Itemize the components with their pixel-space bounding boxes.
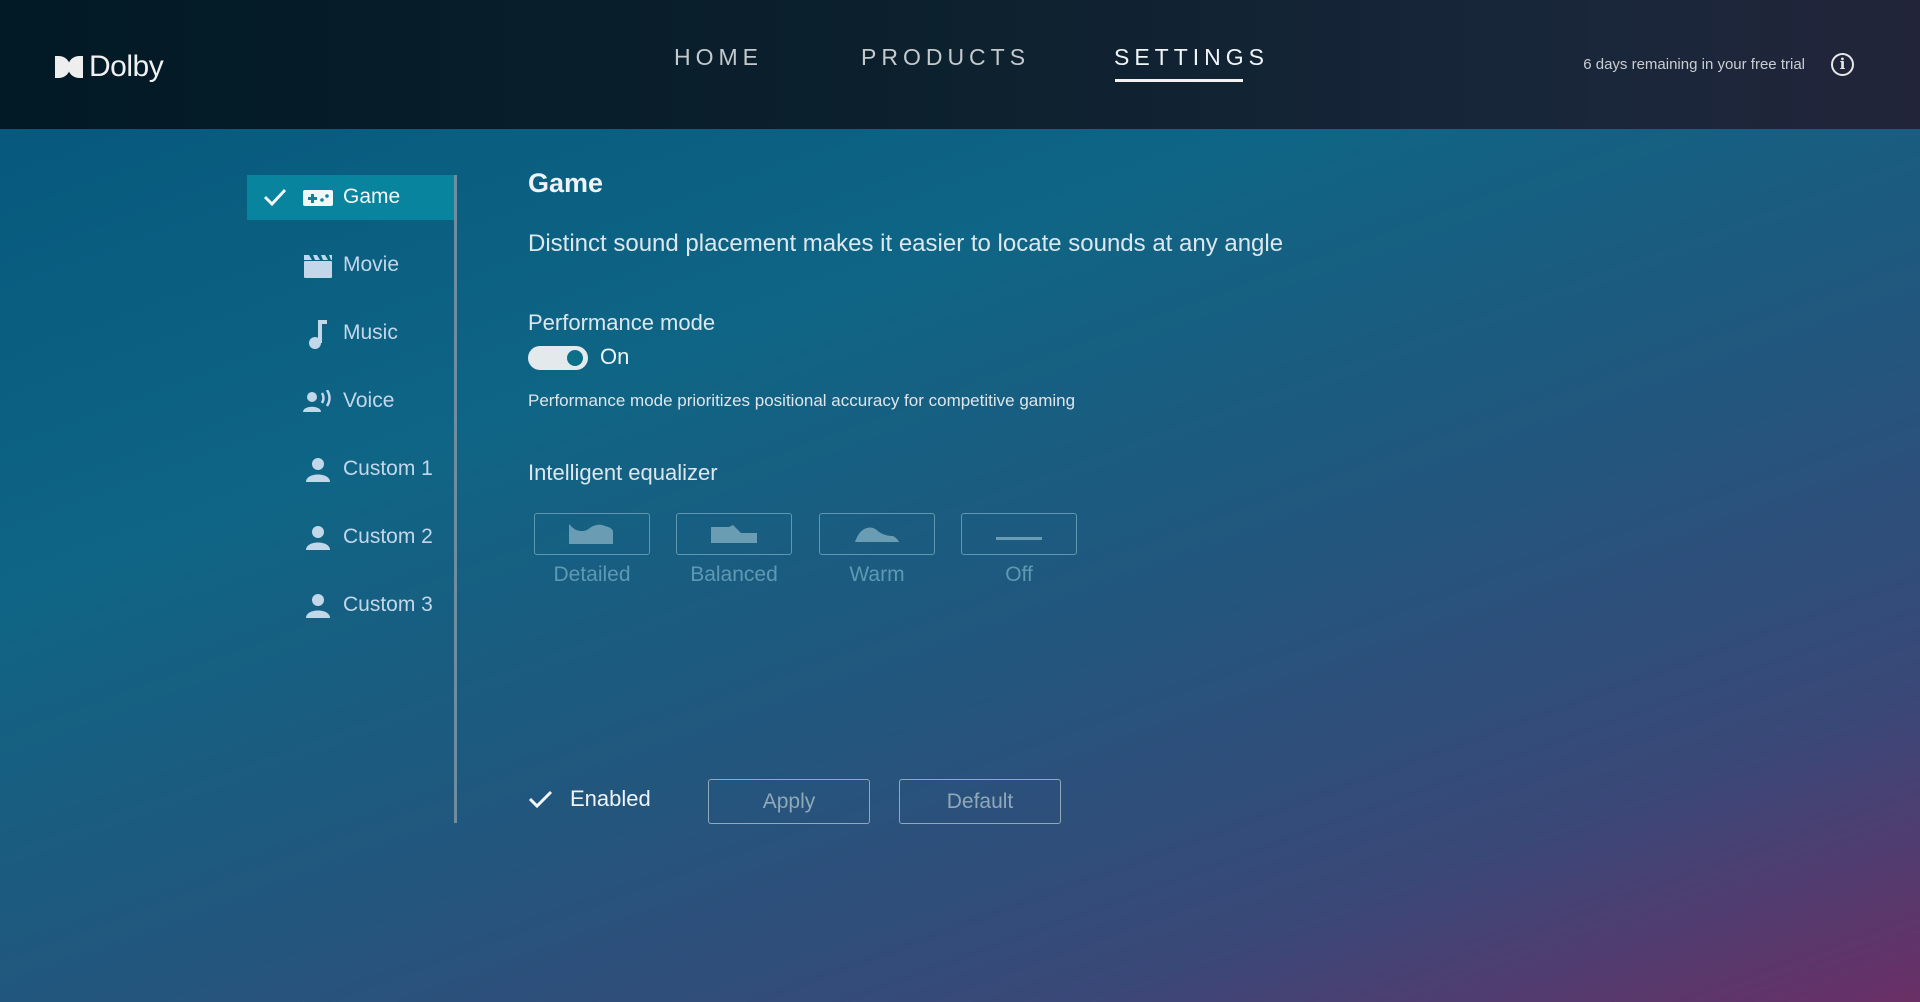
toggle-knob (567, 350, 583, 366)
eq-option-balanced[interactable]: Balanced (676, 513, 792, 587)
person-icon (303, 457, 333, 483)
sidebar-item-music[interactable]: Music (247, 311, 454, 356)
sidebar-item-game[interactable]: Game (247, 175, 454, 220)
sidebar-item-custom-1[interactable]: Custom 1 (247, 447, 454, 492)
sidebar-item-label: Movie (343, 253, 400, 276)
eq-option-box[interactable] (676, 513, 792, 555)
sidebar-divider (454, 175, 457, 823)
voice-icon (303, 389, 333, 415)
check-icon (528, 790, 553, 809)
sidebar-item-label: Voice (343, 389, 395, 412)
top-bar: Dolby HOME PRODUCTS SETTINGS 6 days rema… (0, 0, 1920, 129)
person-icon (303, 593, 333, 619)
sidebar-item-label: Custom 1 (343, 457, 433, 480)
trial-status: 6 days remaining in your free trial (1583, 56, 1805, 73)
sidebar-item-label: Music (343, 321, 398, 344)
eq-warm-icon (855, 527, 899, 542)
page-title: Game (528, 168, 604, 198)
sidebar-item-label: Custom 3 (343, 593, 433, 616)
eq-option-box[interactable] (534, 513, 650, 555)
eq-option-label: Detailed (553, 563, 631, 586)
sidebar-item-custom-2[interactable]: Custom 2 (247, 515, 454, 560)
default-button[interactable]: Default (899, 779, 1061, 824)
eq-option-off[interactable]: Off (961, 513, 1077, 587)
eq-option-label: Off (1005, 563, 1033, 586)
enabled-label: Enabled (570, 786, 651, 811)
music-note-icon (303, 320, 333, 349)
person-icon (303, 525, 333, 551)
info-icon[interactable]: i (1831, 53, 1854, 76)
eq-option-box[interactable] (961, 513, 1077, 555)
apply-button[interactable]: Apply (708, 779, 870, 824)
eq-option-box[interactable] (819, 513, 935, 555)
eq-option-warm[interactable]: Warm (819, 513, 935, 587)
sidebar-item-label: Game (343, 185, 401, 208)
sidebar-item-label: Custom 2 (343, 525, 433, 548)
equalizer-label: Intelligent equalizer (528, 460, 718, 485)
eq-detailed-icon (569, 524, 613, 544)
nav-settings[interactable]: SETTINGS (1114, 44, 1269, 71)
sidebar-item-movie[interactable]: Movie (247, 243, 454, 288)
nav-home[interactable]: HOME (674, 44, 763, 71)
nav-products[interactable]: PRODUCTS (861, 44, 1030, 71)
check-icon (263, 188, 287, 207)
toggle-state-label: On (600, 344, 630, 369)
gamepad-icon (303, 185, 333, 211)
performance-mode-toggle[interactable] (528, 346, 588, 370)
nav-active-underline (1115, 79, 1243, 82)
eq-option-detailed[interactable]: Detailed (534, 513, 650, 587)
performance-mode-label: Performance mode (528, 310, 716, 335)
enabled-checkbox[interactable]: Enabled (528, 786, 651, 812)
sidebar-item-voice[interactable]: Voice (247, 379, 454, 424)
profile-sidebar: Game Movie Music Voice Custom 1 Custom 2… (247, 175, 457, 823)
eq-off-icon (996, 537, 1042, 540)
clapperboard-icon (303, 253, 333, 279)
performance-mode-note: Performance mode prioritizes positional … (528, 391, 1076, 410)
sidebar-item-custom-3[interactable]: Custom 3 (247, 583, 454, 628)
eq-option-label: Warm (849, 563, 905, 586)
eq-option-label: Balanced (690, 563, 778, 586)
eq-balanced-icon (711, 525, 757, 543)
profile-description: Distinct sound placement makes it easier… (528, 230, 1284, 257)
